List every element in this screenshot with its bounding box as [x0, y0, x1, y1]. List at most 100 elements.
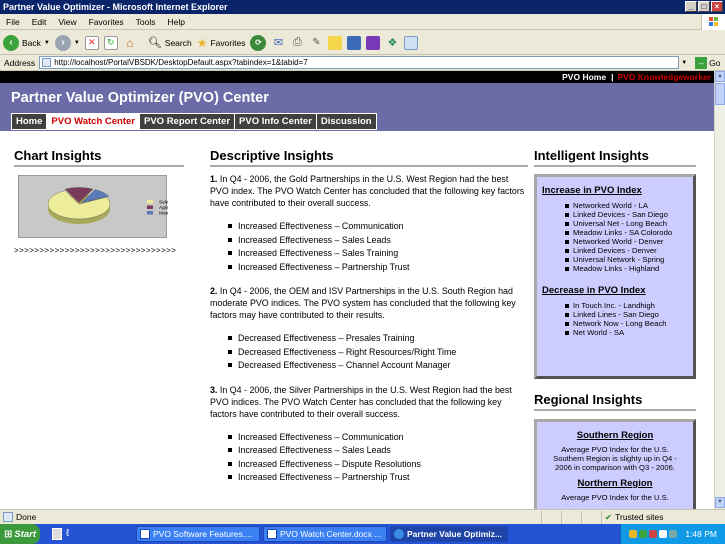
search-button[interactable]: 🔍︎ Search: [148, 36, 192, 49]
regional-insights-heading: Regional Insights: [534, 392, 696, 411]
go-button[interactable]: → Go: [687, 56, 720, 69]
go-arrow-icon: →: [695, 56, 708, 69]
vertical-scrollbar[interactable]: ▲ ▼: [714, 71, 725, 509]
factor-item: Increased Effectiveness – Dispute Resolu…: [228, 458, 528, 472]
list-item[interactable]: Meadow Links - Highland: [565, 264, 693, 273]
status-cell: [541, 510, 561, 524]
legend-label: Agreement: [159, 205, 168, 211]
task-pvo-software-features[interactable]: PVO Software Features....: [136, 526, 260, 542]
status-bar: Done ✔ Trusted sites: [0, 509, 725, 524]
taskbar: ⊞ Start ℓ PVO Software Features.... PVO …: [0, 524, 725, 544]
forward-button[interactable]: › ▼: [54, 34, 80, 51]
insight-number: 3.: [210, 384, 218, 395]
northern-region-title[interactable]: Northern Region: [537, 478, 693, 489]
search-icon: 🔍︎: [147, 37, 162, 49]
window-controls: _ □ ×: [685, 1, 723, 12]
separator: |: [611, 72, 614, 82]
start-button[interactable]: ⊞ Start: [0, 524, 40, 544]
list-item[interactable]: Linked Lines - San Diego: [565, 310, 693, 319]
task-pvo-watch-center-docx[interactable]: PVO Watch Center.docx ...: [263, 526, 387, 542]
menu-tools[interactable]: Tools: [130, 17, 162, 27]
refresh-icon[interactable]: ↻: [103, 35, 118, 50]
portal-title: Partner Value Optimizer (PVO) Center: [11, 90, 269, 106]
scroll-down-icon[interactable]: ▼: [715, 497, 725, 508]
stop-icon[interactable]: ✕: [84, 35, 99, 50]
list-item[interactable]: Networked World - Denver: [565, 237, 693, 246]
descriptive-insights-list: 1. In Q4 - 2006, the Gold Partnerships i…: [210, 173, 528, 496]
list-item[interactable]: In Touch Inc. - Landhigh: [565, 301, 693, 310]
notes-icon[interactable]: [328, 35, 343, 50]
southern-region-title[interactable]: Southern Region: [537, 430, 693, 441]
back-button[interactable]: ‹ Back ▼: [3, 34, 50, 51]
mail-icon[interactable]: ✉: [271, 36, 285, 50]
pie-chart: SelectionAgreementManagement: [47, 187, 188, 224]
address-input[interactable]: http://localhost/PortalVBSDK/DesktopDefa…: [39, 56, 680, 69]
scroll-thumb[interactable]: [715, 83, 725, 105]
list-item[interactable]: Universal Network - Spring: [565, 255, 693, 264]
chevron-down-icon: ▼: [43, 39, 50, 46]
minimize-button[interactable]: _: [685, 1, 697, 12]
chevron-down-icon: ▼: [73, 39, 80, 46]
edit-icon[interactable]: ✎: [309, 36, 323, 50]
portal-top-strip: PVO Home | PVO Knowledgeworker: [0, 71, 714, 83]
list-item[interactable]: Linked Devices - Denver: [565, 246, 693, 255]
increase-pvo-index-title[interactable]: Increase in PVO Index: [542, 185, 693, 196]
security-zone: ✔ Trusted sites: [601, 510, 721, 524]
list-item[interactable]: Net World - SA: [565, 328, 693, 337]
quick-launch-icon[interactable]: [52, 528, 62, 540]
menu-view[interactable]: View: [52, 17, 82, 27]
tray-icon[interactable]: [649, 530, 658, 538]
history-icon[interactable]: ⟳: [250, 34, 267, 51]
factor-list: Increased Effectiveness – Communication I…: [228, 220, 528, 274]
quick-launch-icon[interactable]: ℓ: [66, 528, 78, 540]
insight-number: 2.: [210, 286, 218, 296]
pvo-home-link[interactable]: PVO Home: [562, 72, 606, 82]
menu-edit[interactable]: Edit: [26, 17, 53, 27]
tab-pvo-report-center[interactable]: PVO Report Center: [139, 113, 235, 130]
legend-swatch: [147, 205, 153, 209]
more-arrows-link[interactable]: >>>>>>>>>>>>>>>>>>>>>>>>>>>>>>>>: [14, 246, 176, 255]
legend-swatch: [147, 200, 153, 204]
maximize-button[interactable]: □: [698, 1, 710, 12]
menu-help[interactable]: Help: [161, 17, 190, 27]
legend-swatch: [147, 211, 153, 215]
insight-paragraph: 2. In Q4 - 2006, the OEM and ISV Partner…: [210, 285, 528, 321]
home-icon[interactable]: ⌂: [123, 36, 137, 50]
chart-insights-heading: Chart Insights: [14, 148, 184, 167]
menu-favorites[interactable]: Favorites: [83, 17, 130, 27]
menu-file[interactable]: File: [0, 17, 26, 27]
tools-icon[interactable]: ❖: [385, 36, 399, 50]
insight-text: In Q4 - 2006, the OEM and ISV Partnershi…: [210, 286, 516, 320]
print-icon[interactable]: ⎙: [290, 36, 304, 50]
messenger-icon[interactable]: [347, 35, 362, 50]
list-item[interactable]: Network Now - Long Beach: [565, 319, 693, 328]
favorites-button[interactable]: ★ Favorites: [197, 36, 246, 50]
ie-icon: [394, 529, 404, 539]
increase-list: Networked World - LA Linked Devices - San…: [565, 201, 693, 273]
legend-label: Management: [159, 211, 168, 217]
task-partner-value-optimizer[interactable]: Partner Value Optimiz...: [390, 526, 508, 542]
scroll-up-icon[interactable]: ▲: [715, 71, 725, 82]
tab-pvo-info-center[interactable]: PVO Info Center: [234, 113, 316, 130]
list-item[interactable]: Linked Devices - San Diego: [565, 210, 693, 219]
tray-icon[interactable]: [659, 530, 668, 538]
list-item[interactable]: Universal Net - Long Beach: [565, 219, 693, 228]
list-item[interactable]: Networked World - LA: [565, 201, 693, 210]
user-link[interactable]: PVO Knowledgeworker: [617, 72, 711, 82]
tab-discussion[interactable]: Discussion: [315, 113, 377, 130]
tab-home[interactable]: Home: [11, 113, 47, 130]
factor-item: Increased Effectiveness – Sales Training: [228, 247, 528, 261]
tab-pvo-watch-center[interactable]: PVO Watch Center: [46, 113, 139, 130]
tray-icon[interactable]: [629, 530, 638, 538]
status-text: Done: [16, 512, 37, 522]
close-button[interactable]: ×: [711, 1, 723, 12]
chart-insights-chart[interactable]: SelectionAgreementManagement: [18, 175, 188, 238]
tray-icon[interactable]: [669, 530, 678, 538]
decrease-pvo-index-title[interactable]: Decrease in PVO Index: [542, 285, 693, 296]
list-item[interactable]: Meadow Links - SA Colorodo: [565, 228, 693, 237]
page-icon[interactable]: [404, 35, 419, 50]
research-icon[interactable]: [366, 35, 381, 50]
factor-list: Increased Effectiveness – Communication I…: [228, 431, 528, 485]
insight-text: In Q4 - 2006, the Silver Partnerships in…: [210, 384, 512, 419]
tray-icon[interactable]: [639, 530, 648, 538]
